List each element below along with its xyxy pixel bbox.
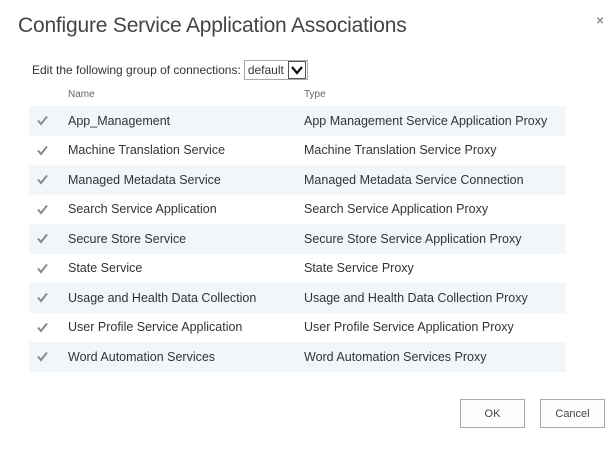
checkbox[interactable] [36,232,49,245]
row-name: Word Automation Services [68,349,216,364]
row-type: Usage and Health Data Collection Proxy [304,290,528,305]
row-type: Secure Store Service Application Proxy [304,231,522,246]
row-type: Managed Metadata Service Connection [304,172,524,187]
checkbox[interactable] [36,203,49,216]
table-row: Managed Metadata Service Managed Metadat… [29,165,566,195]
table-row: Secure Store Service Secure Store Servic… [29,224,566,254]
connection-group-row: Edit the following group of connections:… [32,60,308,80]
checkbox[interactable] [36,291,49,304]
row-name: Secure Store Service [68,231,187,246]
table-row: User Profile Service Application User Pr… [29,313,566,343]
row-name: Usage and Health Data Collection [68,290,257,305]
column-header-name: Name [68,89,95,100]
connection-group-label: Edit the following group of connections: [32,63,241,77]
row-name: Machine Translation Service [68,143,226,158]
row-name: Search Service Application [68,202,217,217]
table-row: State Service State Service Proxy [29,254,566,284]
checkbox[interactable] [36,262,49,275]
row-name: Managed Metadata Service [68,172,221,187]
row-name: App_Management [68,113,171,128]
association-list: App_Management App Management Service Ap… [29,106,566,372]
checkbox[interactable] [36,173,49,186]
column-header-type: Type [304,89,326,100]
table-row: App_Management App Management Service Ap… [29,106,566,136]
close-icon[interactable]: × [596,12,604,28]
connection-group-select[interactable]: default [243,60,308,80]
row-type: Word Automation Services Proxy [304,349,487,364]
dialog-title: Configure Service Application Associatio… [18,14,407,37]
row-name: User Profile Service Application [68,320,243,335]
checkbox[interactable] [36,321,49,334]
row-type: State Service Proxy [304,261,414,276]
table-row: Usage and Health Data Collection Usage a… [29,283,566,313]
row-type: Machine Translation Service Proxy [304,143,497,158]
checkbox[interactable] [36,144,49,157]
table-row: Machine Translation Service Machine Tran… [29,136,566,166]
table-row: Word Automation Services Word Automation… [29,342,566,372]
checkbox[interactable] [36,350,49,363]
cancel-button[interactable]: Cancel [540,399,605,428]
chevron-down-icon[interactable] [287,61,306,79]
row-type: App Management Service Application Proxy [304,113,548,128]
ok-button[interactable]: OK [460,399,525,428]
row-name: State Service [68,261,143,276]
row-type: Search Service Application Proxy [304,202,489,217]
table-row: Search Service Application Search Servic… [29,195,566,225]
connection-group-value: default [247,63,284,77]
row-type: User Profile Service Application Proxy [304,320,514,335]
checkbox[interactable] [36,114,49,127]
